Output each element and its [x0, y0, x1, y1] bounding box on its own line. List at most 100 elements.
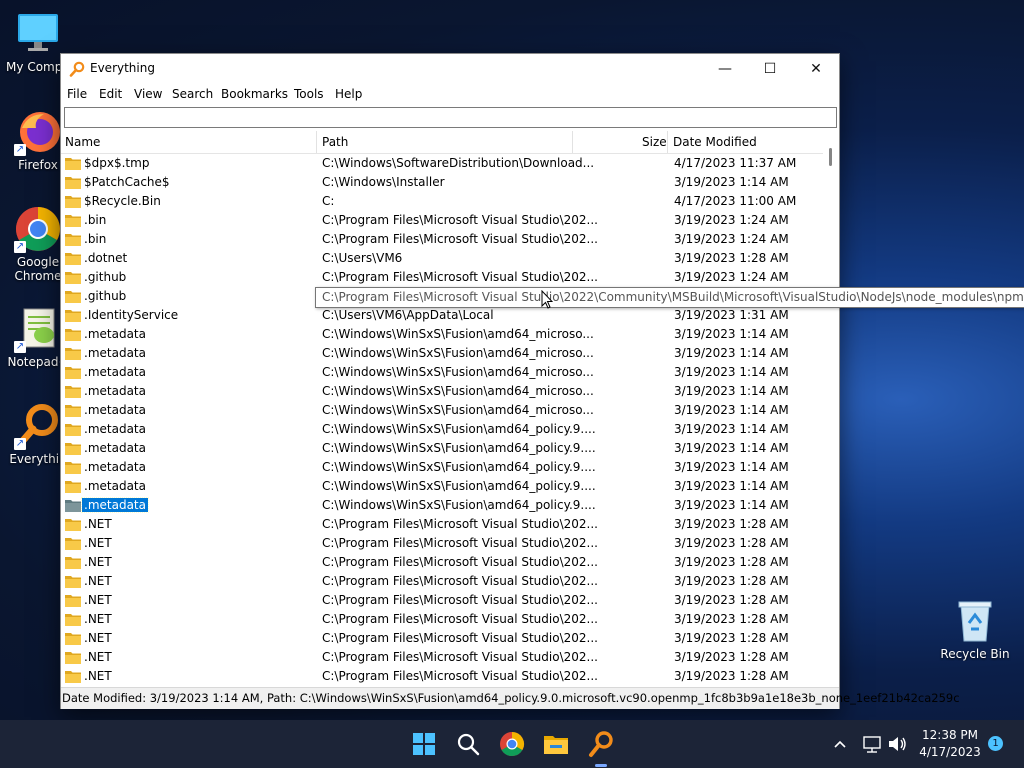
vertical-scrollbar[interactable]	[824, 132, 838, 686]
row-path: C:\Windows\WinSxS\Fusion\amd64_microso..…	[322, 346, 594, 360]
table-row[interactable]: $Recycle.Bin C: 4/17/2023 11:00 AM	[61, 192, 823, 211]
row-date-modified: 3/19/2023 1:28 AM	[674, 251, 789, 265]
row-name: .NET	[84, 612, 112, 626]
row-date-modified: 3/19/2023 1:24 AM	[674, 213, 789, 227]
table-row[interactable]: .IdentityService C:\Users\VM6\AppData\Loc…	[61, 306, 823, 325]
chrome-icon[interactable]	[496, 728, 528, 760]
row-date-modified: 3/19/2023 1:28 AM	[674, 574, 789, 588]
chevron-up-icon[interactable]	[826, 728, 854, 760]
row-path: C:\Windows\SoftwareDistribution\Download…	[322, 156, 595, 170]
table-row[interactable]: .NET C:\Program Files\Microsoft Visual St…	[61, 534, 823, 553]
column-divider[interactable]	[316, 131, 317, 153]
table-row[interactable]: $PatchCache$ C:\Windows\Installer 3/19/202…	[61, 173, 823, 192]
window-title: Everything	[90, 61, 155, 75]
clock-time[interactable]: 12:38 PM	[918, 728, 982, 742]
search-input[interactable]	[65, 108, 836, 127]
search-icon[interactable]	[452, 728, 484, 760]
row-date-modified: 3/19/2023 1:24 AM	[674, 270, 789, 284]
network-icon[interactable]	[860, 728, 884, 760]
column-date-header[interactable]: Date Modified	[673, 135, 757, 149]
table-row[interactable]: $dpx$.tmp C:\Windows\SoftwareDistribution…	[61, 154, 823, 173]
row-path: C:\Windows\WinSxS\Fusion\amd64_policy.9.…	[322, 441, 596, 455]
row-date-modified: 3/19/2023 1:14 AM	[674, 498, 789, 512]
folder-icon	[65, 195, 81, 208]
column-size-header[interactable]: Size	[642, 135, 667, 149]
folder-icon	[65, 157, 81, 170]
menu-view[interactable]: View	[134, 87, 162, 101]
row-name: .NET	[84, 593, 112, 607]
notepad-plus-plus-icon: ↗	[14, 305, 62, 353]
title-bar[interactable]: Everything — ☐ ✕	[61, 54, 839, 84]
row-path: C:\Windows\WinSxS\Fusion\amd64_policy.9.…	[322, 422, 596, 436]
table-row[interactable]: .metadata C:\Windows\WinSxS\Fusion\amd64_…	[61, 401, 823, 420]
shortcut-arrow-icon: ↗	[14, 241, 26, 253]
everything-icon: ↗	[14, 402, 62, 450]
menu-search[interactable]: Search	[172, 87, 213, 101]
table-row[interactable]: .metadata C:\Windows\WinSxS\Fusion\amd64_…	[61, 344, 823, 363]
table-row[interactable]: .NET C:\Program Files\Microsoft Visual St…	[61, 629, 823, 648]
table-row[interactable]: .github C:\Program Files\Microsoft Visual…	[61, 268, 823, 287]
menu-bookmarks[interactable]: Bookmarks	[221, 87, 288, 101]
scrollbar-thumb[interactable]	[829, 148, 832, 166]
table-row[interactable]: .metadata C:\Windows\WinSxS\Fusion\amd64_…	[61, 420, 823, 439]
folder-icon	[65, 366, 81, 379]
row-name: .github	[84, 289, 127, 303]
folder-icon	[65, 613, 81, 626]
minimize-button[interactable]: —	[702, 54, 748, 84]
row-date-modified: 3/19/2023 1:28 AM	[674, 612, 789, 626]
maximize-button[interactable]: ☐	[747, 54, 793, 84]
table-row[interactable]: .metadata C:\Windows\WinSxS\Fusion\amd64_…	[61, 382, 823, 401]
folder-icon	[65, 461, 81, 474]
everything-icon	[69, 61, 85, 77]
table-row[interactable]: .metadata C:\Windows\WinSxS\Fusion\amd64_…	[61, 477, 823, 496]
table-row[interactable]: .metadata C:\Windows\WinSxS\Fusion\amd64_…	[61, 325, 823, 344]
column-name-header[interactable]: Name	[65, 135, 100, 149]
start-icon[interactable]	[408, 728, 440, 760]
everything-icon[interactable]	[585, 728, 617, 760]
menu-edit[interactable]: Edit	[99, 87, 122, 101]
close-button[interactable]: ✕	[793, 54, 839, 84]
folder-icon	[65, 575, 81, 588]
menu-help[interactable]: Help	[335, 87, 362, 101]
notification-badge[interactable]: 1	[988, 736, 1003, 751]
table-row[interactable]: .dotnet C:\Users\VM6 3/19/2023 1:28 AM	[61, 249, 823, 268]
row-date-modified: 3/19/2023 1:14 AM	[674, 365, 789, 379]
table-row[interactable]: .NET C:\Program Files\Microsoft Visual St…	[61, 610, 823, 629]
table-row[interactable]: .NET C:\Program Files\Microsoft Visual St…	[61, 515, 823, 534]
status-text: Date Modified: 3/19/2023 1:14 AM, Path: …	[62, 691, 960, 705]
table-row[interactable]: .bin C:\Program Files\Microsoft Visual St…	[61, 211, 823, 230]
desktop-icon-label: Google Chrome	[14, 255, 62, 283]
table-row[interactable]: .NET C:\Program Files\Microsoft Visual St…	[61, 572, 823, 591]
table-row[interactable]: .metadata C:\Windows\WinSxS\Fusion\amd64_…	[61, 458, 823, 477]
table-row[interactable]: .NET C:\Program Files\Microsoft Visual St…	[61, 591, 823, 610]
column-divider[interactable]	[667, 131, 668, 153]
mouse-cursor-icon	[541, 289, 554, 312]
row-name: .NET	[84, 669, 112, 683]
folder-icon	[65, 518, 81, 531]
table-row[interactable]: .metadata C:\Windows\WinSxS\Fusion\amd64_…	[61, 439, 823, 458]
column-path-header[interactable]: Path	[322, 135, 348, 149]
menu-file[interactable]: File	[67, 87, 87, 101]
menu-tools[interactable]: Tools	[294, 87, 324, 101]
folder-icon	[65, 537, 81, 550]
folder-icon	[65, 594, 81, 607]
desktop-icon-recycle-bin[interactable]: Recycle Bin	[937, 597, 1013, 661]
everything-window: Everything — ☐ ✕ File Edit View Search B…	[60, 53, 960, 709]
table-row[interactable]: .NET C:\Program Files\Microsoft Visual St…	[61, 648, 823, 667]
clock-date[interactable]: 4/17/2023	[918, 745, 982, 759]
table-row[interactable]: .metadata C:\Windows\WinSxS\Fusion\amd64_…	[61, 496, 823, 515]
recycle-bin-icon	[951, 597, 999, 645]
row-date-modified: 3/19/2023 1:24 AM	[674, 232, 789, 246]
table-row[interactable]: .metadata C:\Windows\WinSxS\Fusion\amd64_…	[61, 363, 823, 382]
volume-icon[interactable]	[885, 728, 909, 760]
row-name: .metadata	[84, 441, 146, 455]
table-row[interactable]: .NET C:\Program Files\Microsoft Visual St…	[61, 553, 823, 572]
table-row[interactable]: .bin C:\Program Files\Microsoft Visual St…	[61, 230, 823, 249]
column-divider[interactable]	[572, 131, 573, 153]
file-explorer-icon[interactable]	[540, 728, 572, 760]
table-row[interactable]: .NET C:\Program Files\Microsoft Visual St…	[61, 667, 823, 686]
tooltip-text: C:\Program Files\Microsoft Visual Studio…	[322, 290, 1024, 304]
row-path: C:\Windows\WinSxS\Fusion\amd64_microso..…	[322, 327, 594, 341]
row-date-modified: 3/19/2023 1:14 AM	[674, 175, 789, 189]
desktop-icon-label: Recycle Bin	[940, 647, 1010, 661]
